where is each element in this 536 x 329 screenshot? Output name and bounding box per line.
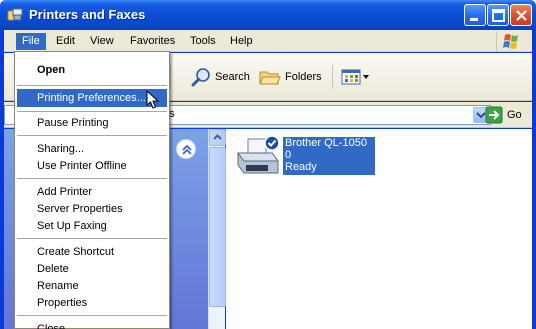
chevron-up-icon	[213, 134, 222, 140]
menu-item-properties[interactable]: Properties	[17, 294, 167, 312]
menu-item-rename[interactable]: Rename	[17, 277, 167, 295]
menu-item-printing-preferences[interactable]: Printing Preferences...	[17, 89, 167, 107]
printer-item[interactable]: Brother QL-1050 0 Ready	[234, 133, 375, 185]
scroll-thumb[interactable]	[209, 147, 226, 307]
menu-item-use-printer-offline[interactable]: Use Printer Offline	[17, 157, 167, 175]
menu-separator	[17, 111, 167, 112]
window-frame-right	[532, 30, 536, 329]
maximize-icon	[492, 9, 505, 22]
menu-tools[interactable]: Tools	[184, 33, 222, 50]
menu-view[interactable]: View	[84, 33, 120, 50]
folders-icon	[259, 71, 281, 85]
search-icon	[191, 68, 210, 87]
maximize-button[interactable]	[487, 4, 509, 26]
menu-item-create-shortcut[interactable]: Create Shortcut	[17, 243, 167, 261]
menu-separator	[17, 238, 167, 239]
close-button[interactable]	[510, 4, 532, 26]
printer-folder-icon	[7, 8, 23, 21]
menu-item-add-printer[interactable]: Add Printer	[17, 183, 167, 201]
title-bar[interactable]: Printers and Faxes	[0, 0, 536, 30]
menu-item-close[interactable]: Close	[17, 320, 167, 329]
minimize-icon	[470, 18, 478, 21]
menu-separator	[17, 178, 167, 179]
views-icon	[341, 69, 361, 85]
minimize-button[interactable]	[464, 4, 486, 26]
scroll-up-button[interactable]	[209, 129, 226, 146]
printer-label: Brother QL-1050 0 Ready	[283, 137, 375, 175]
printer-icon	[237, 135, 280, 174]
windows-flag-icon	[503, 34, 518, 49]
go-button[interactable]: Go	[485, 105, 529, 125]
menu-help[interactable]: Help	[224, 33, 259, 50]
menu-bar: File Edit View Favorites Tools Help	[4, 30, 532, 52]
close-icon	[516, 10, 527, 21]
vertical-scrollbar[interactable]	[208, 129, 226, 329]
chevron-down-icon	[363, 75, 369, 79]
toolbar-separator	[170, 65, 171, 89]
collapse-tasks-button[interactable]	[176, 139, 196, 159]
double-chevron-up-icon	[182, 144, 192, 155]
menu-item-pause-printing[interactable]: Pause Printing	[17, 114, 167, 132]
menu-separator	[17, 135, 167, 136]
printer-documents: 0	[285, 149, 292, 161]
printer-list: Brother QL-1050 0 Ready	[226, 129, 532, 329]
search-label: Search	[215, 71, 250, 83]
menu-separator	[17, 85, 167, 86]
windows-logo	[496, 31, 526, 51]
go-label: Go	[507, 109, 522, 121]
menu-item-sharing[interactable]: Sharing...	[17, 140, 167, 158]
mouse-cursor-icon	[146, 90, 160, 109]
menu-item-server-properties[interactable]: Server Properties	[17, 200, 167, 218]
printer-name: Brother QL-1050	[285, 137, 367, 149]
menu-edit[interactable]: Edit	[50, 33, 81, 50]
menu-item-delete[interactable]: Delete	[17, 260, 167, 278]
window-title: Printers and Faxes	[29, 7, 146, 22]
menu-favorites[interactable]: Favorites	[124, 33, 181, 50]
menu-separator	[17, 315, 167, 316]
go-arrow-icon	[485, 106, 503, 124]
printer-status: Ready	[285, 161, 317, 173]
menu-file[interactable]: File	[16, 33, 46, 50]
search-button[interactable]: Search	[190, 64, 250, 90]
folders-label: Folders	[285, 71, 322, 83]
menu-item-set-up-faxing[interactable]: Set Up Faxing	[17, 217, 167, 235]
toolbar-separator	[332, 65, 333, 89]
folders-button[interactable]: Folders	[258, 64, 322, 90]
views-button[interactable]	[340, 64, 370, 90]
menu-item-open[interactable]: Open	[17, 61, 167, 79]
